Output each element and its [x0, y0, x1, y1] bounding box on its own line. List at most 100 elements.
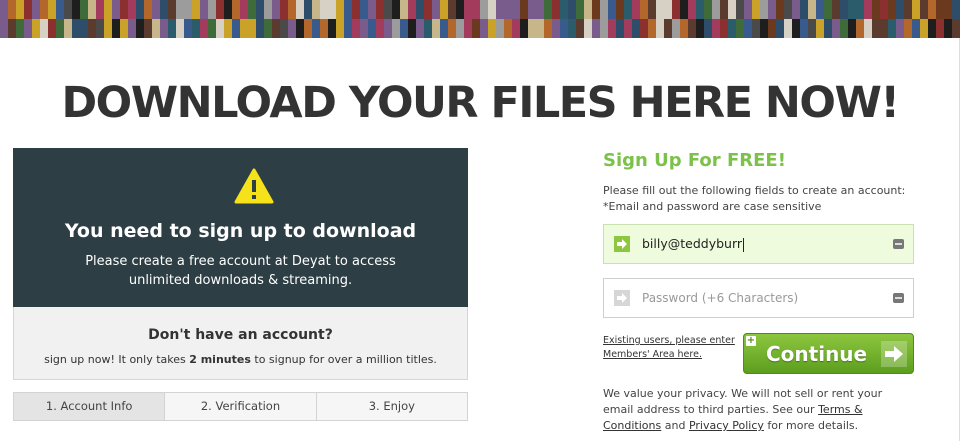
continue-label: Continue	[766, 341, 868, 366]
poster-thumbnail	[776, 0, 784, 19]
poster-thumbnail	[48, 0, 56, 19]
poster-thumbnail	[784, 19, 792, 38]
poster-thumbnail	[296, 0, 304, 19]
email-field[interactable]: billy@teddyburr	[603, 224, 914, 264]
password-placeholder: Password (+6 Characters)	[642, 291, 799, 305]
poster-thumbnail	[360, 19, 368, 38]
poster-thumbnail	[496, 19, 504, 38]
poster-thumbnail	[544, 0, 552, 19]
poster-thumbnail	[248, 19, 256, 38]
poster-thumbnail	[72, 0, 80, 19]
poster-thumbnail	[240, 0, 248, 19]
notice-box: You need to sign up to download Please c…	[13, 148, 468, 307]
step-verification: 2. Verification	[165, 393, 317, 420]
poster-thumbnail	[800, 19, 808, 38]
poster-thumbnail	[592, 0, 600, 19]
poster-thumbnail	[752, 0, 760, 19]
poster-thumbnail	[120, 19, 128, 38]
poster-thumbnail	[864, 0, 872, 19]
poster-thumbnail	[944, 0, 952, 19]
poster-thumbnail	[168, 19, 176, 38]
poster-thumbnail	[456, 0, 464, 19]
poster-mosaic	[0, 0, 960, 38]
poster-thumbnail	[776, 19, 784, 38]
poster-thumbnail	[792, 0, 800, 19]
text-caret	[743, 237, 745, 252]
poster-thumbnail	[80, 19, 88, 38]
poster-thumbnail	[408, 19, 416, 38]
poster-thumbnail	[816, 0, 824, 19]
poster-row	[0, 0, 960, 19]
existing-users-link[interactable]: Existing users, please enter Members' Ar…	[603, 334, 735, 362]
poster-thumbnail	[360, 0, 368, 19]
keyboard-icon[interactable]	[893, 293, 904, 303]
poster-thumbnail	[240, 19, 248, 38]
poster-thumbnail	[536, 19, 544, 38]
poster-thumbnail	[888, 0, 896, 19]
poster-thumbnail	[912, 19, 920, 38]
poster-thumbnail	[392, 0, 400, 19]
poster-thumbnail	[72, 19, 80, 38]
poster-thumbnail	[264, 19, 272, 38]
poster-thumbnail	[16, 0, 24, 19]
poster-thumbnail	[120, 0, 128, 19]
poster-thumbnail	[504, 19, 512, 38]
poster-thumbnail	[720, 19, 728, 38]
email-value[interactable]: billy@teddyburr	[642, 236, 745, 252]
poster-thumbnail	[640, 0, 648, 19]
poster-thumbnail	[176, 19, 184, 38]
poster-thumbnail	[232, 0, 240, 19]
arrow-right-icon	[614, 290, 630, 306]
poster-thumbnail	[192, 19, 200, 38]
poster-thumbnail	[648, 0, 656, 19]
poster-thumbnail	[552, 0, 560, 19]
poster-thumbnail	[832, 19, 840, 38]
poster-thumbnail	[880, 19, 888, 38]
poster-thumbnail	[608, 19, 616, 38]
poster-thumbnail	[432, 19, 440, 38]
signup-steps: 1. Account Info 2. Verification 3. Enjoy	[13, 392, 468, 421]
poster-thumbnail	[648, 19, 656, 38]
poster-thumbnail	[416, 0, 424, 19]
poster-thumbnail	[104, 0, 112, 19]
password-field[interactable]: Password (+6 Characters)	[603, 278, 914, 318]
poster-thumbnail	[160, 19, 168, 38]
poster-thumbnail	[616, 19, 624, 38]
poster-thumbnail	[448, 0, 456, 19]
poster-thumbnail	[480, 0, 488, 19]
poster-thumbnail	[504, 0, 512, 19]
poster-thumbnail	[808, 19, 816, 38]
poster-thumbnail	[856, 19, 864, 38]
privacy-policy-link[interactable]: Privacy Policy	[689, 419, 764, 432]
poster-thumbnail	[32, 0, 40, 19]
poster-thumbnail	[128, 0, 136, 19]
poster-thumbnail	[936, 19, 944, 38]
poster-thumbnail	[488, 19, 496, 38]
poster-thumbnail	[768, 19, 776, 38]
poster-thumbnail	[712, 0, 720, 19]
poster-thumbnail	[496, 0, 504, 19]
poster-thumbnail	[80, 0, 88, 19]
poster-thumbnail	[576, 19, 584, 38]
poster-thumbnail	[528, 19, 536, 38]
signup-description: Please fill out the following fields to …	[603, 183, 918, 215]
poster-thumbnail	[912, 0, 920, 19]
poster-thumbnail	[952, 0, 960, 19]
poster-thumbnail	[848, 19, 856, 38]
poster-thumbnail	[808, 0, 816, 19]
keyboard-icon[interactable]	[893, 239, 904, 249]
poster-thumbnail	[344, 19, 352, 38]
poster-thumbnail	[896, 0, 904, 19]
page-headline: DOWNLOAD YOUR FILES HERE NOW!	[61, 78, 900, 128]
continue-button[interactable]: + Continue	[743, 333, 914, 374]
poster-thumbnail	[288, 0, 296, 19]
signup-title: Sign Up For FREE!	[603, 150, 786, 171]
poster-thumbnail	[192, 0, 200, 19]
poster-thumbnail	[224, 19, 232, 38]
poster-thumbnail	[680, 19, 688, 38]
no-account-text-before: sign up now! It only takes	[44, 353, 190, 366]
poster-thumbnail	[0, 0, 8, 19]
existing-link-line1: Existing users, please enter	[603, 335, 735, 346]
poster-thumbnail	[368, 19, 376, 38]
poster-thumbnail	[160, 0, 168, 19]
